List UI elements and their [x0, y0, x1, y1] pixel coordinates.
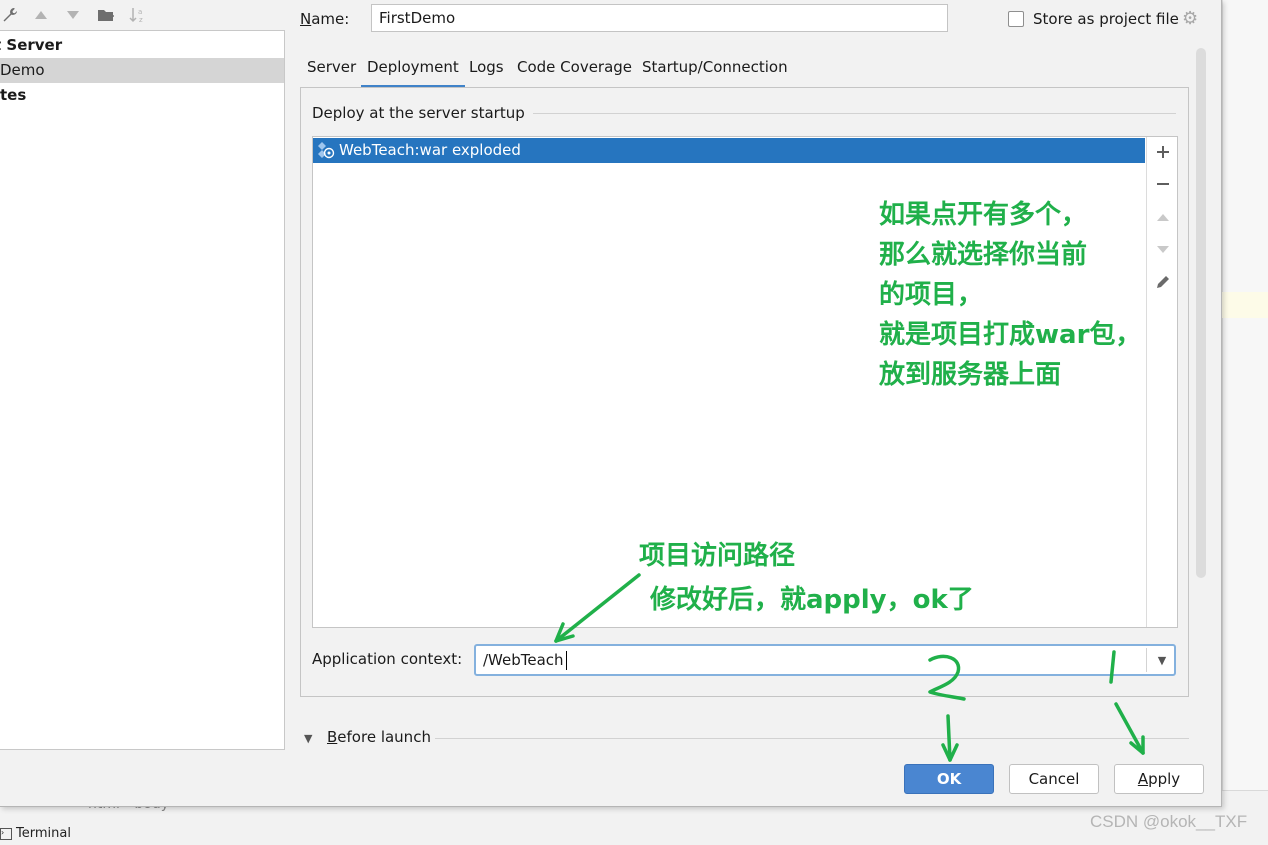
application-context-combobox[interactable]: /WebTeach ▼	[474, 644, 1176, 676]
terminal-tab-label: Terminal	[16, 826, 71, 841]
sort-icon[interactable]: az	[128, 4, 148, 26]
tree-item-templates[interactable]: tes	[0, 83, 284, 108]
wrench-icon[interactable]	[0, 4, 20, 26]
section-divider	[520, 113, 1176, 114]
plus-icon[interactable]	[1150, 139, 1176, 165]
tree-item-demo[interactable]: Demo	[0, 58, 284, 83]
edit-icon[interactable]	[1150, 269, 1176, 295]
new-folder-icon[interactable]	[96, 4, 116, 26]
gear-icon[interactable]: ⚙	[1182, 8, 1198, 29]
annotation-note2-line2: 修改好后，就apply，ok了	[650, 585, 974, 615]
list-toolbar-divider	[1146, 137, 1147, 627]
move-down-icon[interactable]	[63, 4, 83, 26]
config-tree[interactable]: t Server Demo tes	[0, 30, 285, 750]
annotation-note1-line4: 就是项目打成war包，	[879, 320, 1142, 350]
move-up-icon[interactable]	[31, 4, 51, 26]
artifact-icon	[317, 141, 335, 159]
tab-startup-connection[interactable]: Startup/Connection	[642, 55, 788, 85]
tree-item-server[interactable]: t Server	[0, 33, 284, 58]
config-toolbar: az	[0, 4, 285, 28]
run-configuration-dialog: az t Server Demo tes Name: FirstDemo Sto…	[0, 0, 1222, 807]
svg-text:z: z	[139, 16, 143, 23]
application-context-label: Application context:	[312, 650, 463, 668]
chevron-down-icon[interactable]: ▼	[1150, 646, 1174, 674]
store-as-project-file-checkbox[interactable]	[1008, 11, 1024, 27]
deploy-section-title: Deploy at the server startup	[312, 102, 533, 124]
tab-code-coverage[interactable]: Code Coverage	[517, 55, 632, 85]
deployment-item-label: WebTeach:war exploded	[339, 141, 521, 159]
apply-button[interactable]: Apply	[1114, 764, 1204, 794]
terminal-tab[interactable]: › Terminal	[0, 826, 71, 841]
svg-text:a: a	[138, 8, 142, 16]
terminal-icon: ›	[0, 827, 12, 840]
ok-button[interactable]: OK	[904, 764, 994, 794]
before-launch-label[interactable]: Before launch	[327, 726, 431, 748]
editor-line-highlight	[1222, 292, 1268, 318]
combobox-divider	[1146, 648, 1147, 672]
cancel-button[interactable]: Cancel	[1009, 764, 1099, 794]
name-label: Name:	[300, 10, 350, 28]
tab-deployment[interactable]: Deployment	[361, 55, 465, 88]
name-input[interactable]: FirstDemo	[371, 4, 948, 32]
minus-icon[interactable]	[1150, 171, 1176, 197]
annotation-note1-line3: 的项目，	[879, 280, 984, 310]
tab-logs[interactable]: Logs	[469, 55, 504, 85]
section-divider	[435, 738, 1189, 739]
deployment-list-item[interactable]: WebTeach:war exploded	[313, 138, 1145, 163]
text-caret	[566, 651, 567, 670]
store-as-project-file-label[interactable]: Store as project file	[1033, 8, 1179, 30]
watermark: CSDN @okok__TXF	[1090, 812, 1248, 831]
move-up-icon[interactable]	[1150, 204, 1176, 230]
move-down-icon[interactable]	[1150, 236, 1176, 262]
tab-server[interactable]: Server	[307, 55, 356, 85]
scrollbar-thumb[interactable]	[1196, 48, 1206, 578]
ide-background	[1222, 0, 1268, 844]
annotation-note1-line1: 如果点开有多个，	[879, 200, 1088, 230]
application-context-input[interactable]: /WebTeach	[483, 646, 564, 674]
annotation-note1-line5: 放到服务器上面	[879, 360, 1062, 390]
expand-arrow-icon[interactable]: ▼	[304, 732, 312, 745]
annotation-note2-line1: 项目访问路径	[639, 541, 796, 571]
annotation-note1-line2: 那么就选择你当前	[879, 240, 1088, 270]
